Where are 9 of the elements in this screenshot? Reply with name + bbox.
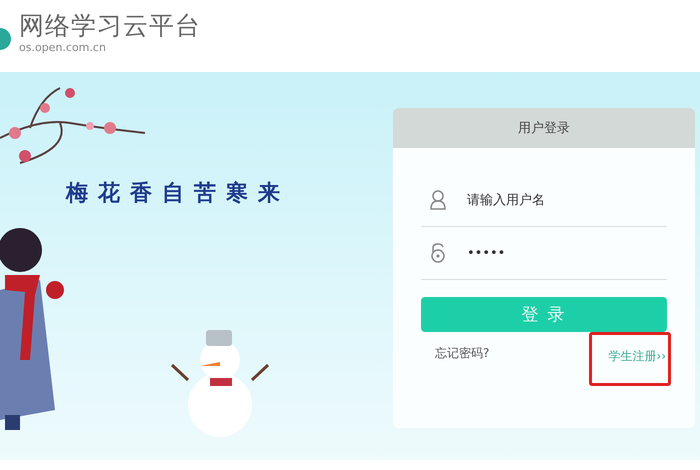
username-field[interactable]: 请输入用户名 [465, 192, 659, 208]
slogan-text: 梅花香自苦寒来 [66, 179, 291, 208]
user-icon [429, 190, 447, 210]
lock-icon [429, 243, 447, 263]
forgot-password-link[interactable]: 忘记密码? [435, 345, 490, 362]
site-title: 网络学习云平台 [19, 10, 201, 40]
site-url: os.open.com.cn [19, 40, 107, 54]
password-field[interactable]: ••••• [465, 244, 659, 262]
login-title: 用户登录 [518, 120, 570, 137]
